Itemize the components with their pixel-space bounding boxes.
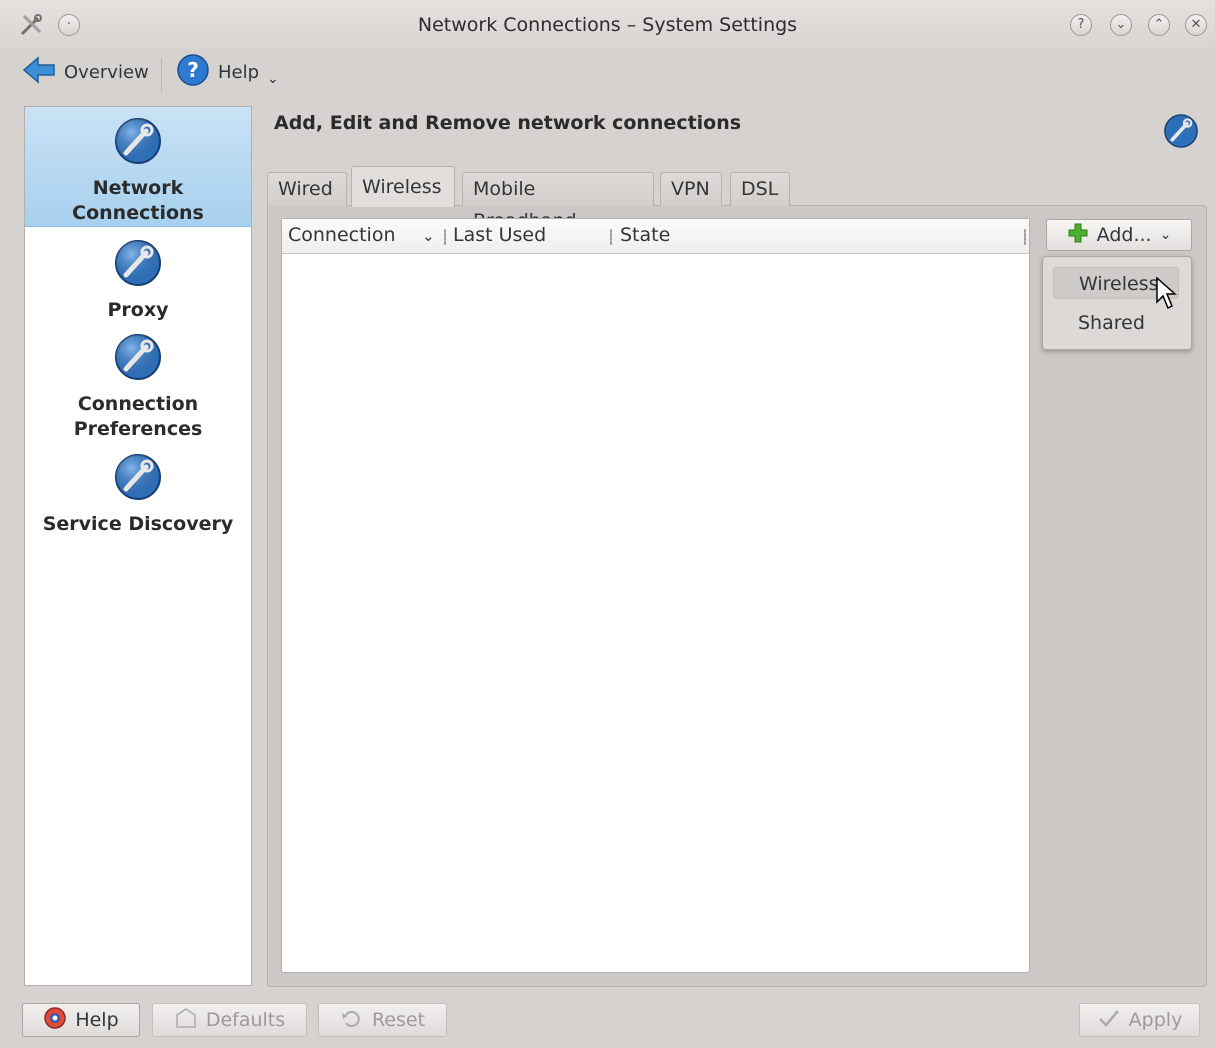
- network-globe-icon: [25, 331, 251, 390]
- undo-icon: [340, 1007, 364, 1034]
- sidebar-item-label: Preferences: [73, 418, 203, 440]
- column-divider[interactable]: [444, 229, 446, 245]
- network-globe-icon: [25, 451, 251, 510]
- window-title: Network Connections – System Settings: [417, 14, 798, 36]
- network-globe-icon: [25, 237, 251, 296]
- column-divider[interactable]: [1024, 229, 1026, 245]
- help-icon: ?: [176, 53, 210, 92]
- network-globe-icon: [1162, 112, 1200, 155]
- apply-button[interactable]: Apply: [1079, 1003, 1200, 1037]
- defaults-button-label: Defaults: [205, 1009, 286, 1031]
- sidebar-item-label: Service Discovery: [42, 513, 234, 535]
- tab-label: VPN: [671, 178, 710, 200]
- chevron-down-icon: ⌄: [267, 71, 279, 87]
- plus-icon: [1067, 222, 1089, 249]
- sidebar-item-label: Connection: [77, 393, 199, 415]
- sidebar-item-connection-preferences[interactable]: Connection Preferences: [25, 331, 251, 442]
- toolbar-separator: [161, 58, 162, 92]
- tab-vpn[interactable]: VPN: [660, 172, 722, 206]
- sidebar-item-label: Connections: [72, 202, 204, 224]
- tab-label: Wired: [278, 178, 333, 200]
- tab-wireless[interactable]: Wireless: [351, 166, 455, 207]
- tab-label: DSL: [741, 178, 779, 200]
- sidebar-item-network-connections[interactable]: Network Connections: [25, 107, 251, 227]
- column-header-last-used[interactable]: Last Used: [453, 224, 546, 246]
- help-label: Help: [218, 61, 260, 83]
- close-window-button[interactable]: ✕: [1185, 14, 1207, 36]
- menu-item-label: Shared: [1078, 312, 1145, 334]
- add-connection-button[interactable]: Add... ⌄: [1046, 219, 1192, 251]
- column-header-connection[interactable]: Connection: [288, 224, 396, 246]
- connection-list[interactable]: Connection ⌄ Last Used State: [281, 218, 1030, 973]
- defaults-button[interactable]: Defaults: [152, 1003, 307, 1037]
- reset-button[interactable]: Reset: [318, 1003, 447, 1037]
- add-button-label: Add...: [1096, 224, 1152, 246]
- overview-button[interactable]: Overview: [22, 52, 149, 92]
- tab-mobile-broadband[interactable]: Mobile Broadband: [462, 172, 654, 232]
- tab-label: Wireless: [362, 176, 442, 198]
- toolbar: Overview ? Help ⌄: [0, 50, 1215, 96]
- maximize-window-button[interactable]: ⌃: [1148, 14, 1170, 36]
- mouse-cursor-icon: [1155, 276, 1179, 317]
- menu-item-label: Wireless: [1079, 273, 1159, 295]
- chevron-down-icon: ⌄: [1159, 227, 1172, 243]
- help-window-button[interactable]: ?: [1070, 14, 1092, 36]
- help-menu-button[interactable]: ? Help ⌄: [176, 52, 279, 92]
- tab-wired[interactable]: Wired: [267, 172, 347, 206]
- title-bar: · Network Connections – System Settings …: [0, 0, 1215, 50]
- minimize-window-button[interactable]: ⌄: [1110, 14, 1132, 36]
- sidebar: Network Connections Proxy Connection Pre…: [24, 106, 252, 986]
- list-header: Connection ⌄ Last Used State: [282, 219, 1029, 254]
- defaults-icon: [174, 1007, 198, 1034]
- page-title: Add, Edit and Remove network connections: [274, 112, 742, 134]
- column-divider[interactable]: [610, 229, 612, 245]
- help-button-label: Help: [75, 1009, 119, 1031]
- reset-button-label: Reset: [371, 1009, 426, 1031]
- checkmark-icon: [1097, 1007, 1121, 1034]
- help-lifebuoy-icon: [43, 1006, 67, 1035]
- column-header-state[interactable]: State: [620, 224, 670, 246]
- apply-button-label: Apply: [1128, 1009, 1183, 1031]
- tab-dsl[interactable]: DSL: [730, 172, 790, 206]
- help-button[interactable]: Help: [22, 1003, 140, 1037]
- overview-label: Overview: [64, 61, 149, 83]
- back-arrow-icon: [22, 55, 56, 89]
- sidebar-item-label: Proxy: [107, 299, 169, 321]
- network-globe-icon: [25, 115, 251, 174]
- sidebar-item-proxy[interactable]: Proxy: [25, 237, 251, 323]
- sidebar-item-label: Network: [92, 177, 184, 199]
- svg-text:?: ?: [187, 58, 199, 82]
- sidebar-item-service-discovery[interactable]: Service Discovery: [25, 451, 251, 537]
- sort-chevron-down-icon: ⌄: [422, 227, 435, 245]
